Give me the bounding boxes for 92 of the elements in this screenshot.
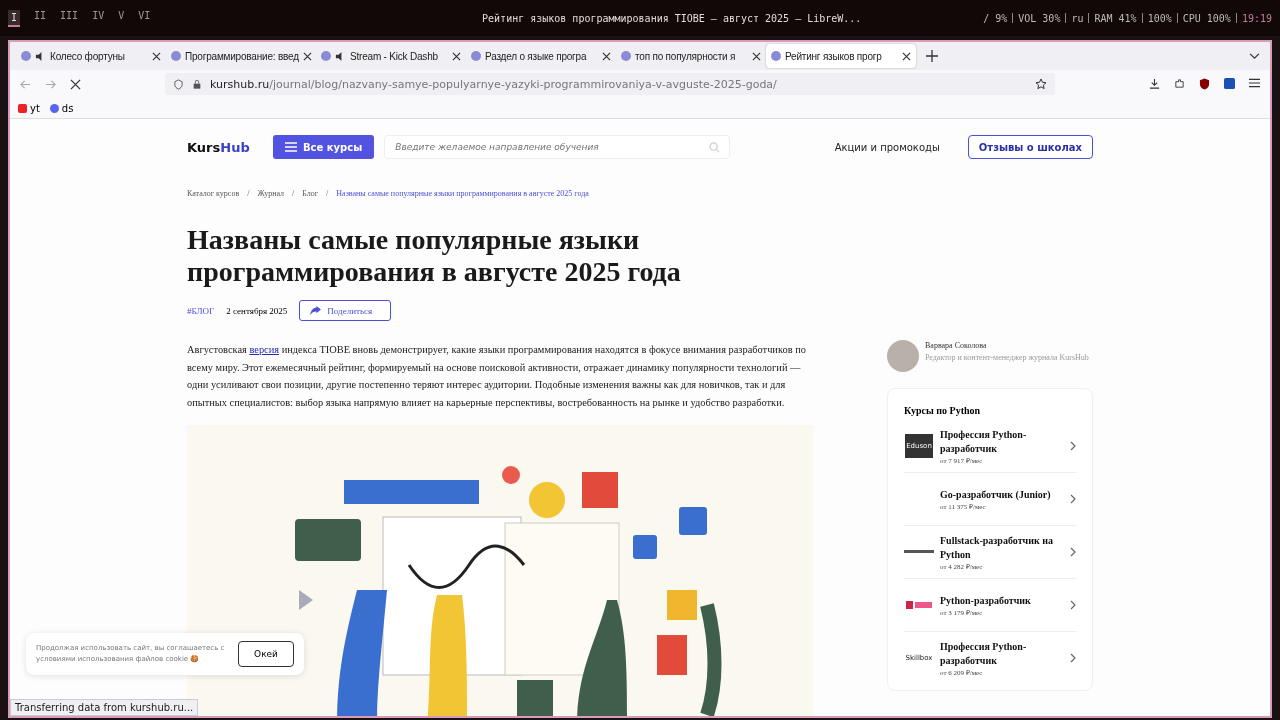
article-paragraph: Августовская версия индекса TIOBE вновь демонстрирует, какие языки программирования находятся в фокусе внимания разработчиков по всему миру. Этот ежемесячный рейтинг, формируемый на основе поисковой активности, отражает динамику популярности технологий — одни усиливают свои позиции, другие постепенно теряют интерес аудитории. Подобные изменения важны как для новичков, так и для опытных специалистов: выбор языка напрямую влияет на карьерные перспективы, востребованность на рынке и удобство разработки. bbox=[187, 343, 807, 410]
bookmark-star-icon[interactable] bbox=[1035, 78, 1047, 90]
share-arrow-icon bbox=[310, 306, 322, 315]
status-indicator: 100% bbox=[1147, 12, 1172, 24]
workspace-tab[interactable]: III bbox=[60, 9, 79, 27]
chevron-right-icon bbox=[1070, 494, 1076, 504]
favicon-icon bbox=[771, 51, 781, 61]
extension-icon[interactable] bbox=[1174, 78, 1185, 89]
breadcrumb-link[interactable]: Журнал bbox=[257, 189, 285, 198]
tab-title: Stream - Kick Dashb bbox=[350, 50, 439, 62]
breadcrumb-separator: / bbox=[292, 189, 295, 198]
tab-title: Рейтинг языков прогр bbox=[785, 50, 883, 62]
bookmark-item[interactable]: yt bbox=[18, 102, 40, 114]
chevron-right-icon bbox=[1070, 441, 1076, 451]
tab-title: Программирование: введ bbox=[185, 50, 299, 62]
breadcrumb-link[interactable]: Названы самые популярные языки программирования в августе 2025 года bbox=[336, 189, 589, 198]
workspace-tab[interactable]: IV bbox=[92, 9, 105, 27]
favicon-icon bbox=[471, 51, 481, 61]
new-tab-icon[interactable] bbox=[926, 50, 938, 62]
author-role: Редактор и контент-менеджер журнала KursHub bbox=[925, 352, 1089, 364]
close-icon[interactable] bbox=[302, 51, 312, 61]
search-field[interactable]: Введите желаемое направление обучения bbox=[384, 135, 731, 159]
author-name[interactable]: Варвара Соколова bbox=[925, 340, 1089, 352]
chevron-right-icon bbox=[1070, 600, 1076, 610]
chevron-right-icon bbox=[1070, 547, 1076, 557]
breadcrumb-link[interactable]: Блог bbox=[302, 189, 319, 198]
reviews-button[interactable]: Отзывы о школах bbox=[967, 135, 1093, 159]
favicon-icon bbox=[171, 51, 181, 61]
url-text: kurshub.ru/journal/blog/nazvany-samye-populyarnye-yazyki-programmirovaniya-v-avguste-2025-goda/ bbox=[210, 77, 777, 91]
menu-icon[interactable] bbox=[1249, 78, 1260, 88]
browser-tab[interactable]: Раздел о языке програ bbox=[466, 44, 616, 68]
breadcrumb-link[interactable]: Каталог курсов bbox=[187, 189, 240, 198]
status-indicator: VOL 30% bbox=[1018, 12, 1061, 24]
status-indicator: RAM 41% bbox=[1094, 12, 1137, 24]
card-title: Курсы по Python bbox=[904, 405, 982, 416]
course-title: Профессия Python-разработчик bbox=[940, 427, 1028, 456]
share-button[interactable]: Поделиться bbox=[299, 300, 392, 321]
chevron-right-icon bbox=[1070, 653, 1076, 663]
article-title: Названы самые популярные языки программирования в августе 2025 года bbox=[187, 224, 682, 288]
close-icon[interactable] bbox=[752, 51, 761, 61]
window-title: Рейтинг языков программирования TIOBE — август 2025 — LibreW... bbox=[481, 12, 863, 24]
workspace-tab[interactable]: II bbox=[34, 9, 47, 27]
favicon-icon bbox=[321, 51, 331, 61]
workspace-tab[interactable]: VI bbox=[138, 9, 151, 27]
browser-tab[interactable]: Программирование: введ bbox=[166, 44, 316, 68]
browser-tab[interactable]: Рейтинг языков прогр bbox=[766, 44, 916, 68]
breadcrumb-separator: / bbox=[326, 189, 329, 198]
close-icon[interactable] bbox=[452, 51, 461, 61]
download-icon[interactable] bbox=[1149, 78, 1160, 89]
tab-title: Колесо фортуны bbox=[50, 50, 126, 62]
extension-icon[interactable] bbox=[1224, 78, 1235, 89]
bookmark-item[interactable]: ds bbox=[49, 102, 74, 114]
browser-tab[interactable]: Stream - Kick Dashb bbox=[316, 44, 466, 68]
favicon-icon bbox=[21, 51, 31, 61]
search-icon bbox=[709, 142, 721, 153]
stop-icon[interactable] bbox=[70, 78, 81, 90]
course-title: Python-разработчик bbox=[940, 593, 1032, 608]
shield-icon bbox=[173, 78, 184, 90]
status-indicator: ru bbox=[1071, 12, 1084, 24]
article-date: 2 сентября 2025 bbox=[226, 305, 288, 316]
workspace-tab[interactable]: V bbox=[118, 9, 125, 27]
workspace-tab[interactable]: I bbox=[8, 9, 21, 27]
status-indicator: CPU 100% bbox=[1182, 12, 1231, 24]
browser-tab[interactable]: топ по популярности я bbox=[616, 44, 766, 68]
close-icon[interactable] bbox=[602, 51, 611, 61]
favicon-icon bbox=[621, 51, 631, 61]
promo-link[interactable]: Акции и промокоды bbox=[834, 141, 940, 153]
address-bar[interactable]: kurshub.ru/journal/blog/nazvany-samye-populyarnye-yazyki-programmirovaniya-v-avguste-2025-goda/ bbox=[165, 73, 1055, 95]
version-link[interactable]: версия bbox=[249, 344, 280, 355]
site-logo[interactable]: KursHub bbox=[187, 139, 263, 155]
school-logo-icon bbox=[906, 601, 932, 609]
course-title: Fullstack-разработчик на Python bbox=[940, 533, 1054, 562]
menu-icon bbox=[285, 142, 297, 152]
tab-title: топ по популярности я bbox=[635, 50, 737, 62]
status-indicator: / 9% bbox=[983, 12, 1008, 24]
tab-title: Раздел о языке програ bbox=[485, 50, 588, 62]
school-logo-icon bbox=[904, 550, 934, 554]
status-text: Transferring data from kurshub.ru... bbox=[10, 699, 199, 716]
breadcrumb-separator: / bbox=[247, 189, 250, 198]
close-icon[interactable] bbox=[152, 51, 161, 61]
all-courses-button[interactable]: Все курсы bbox=[273, 135, 375, 159]
status-indicator: 19:19 bbox=[1241, 12, 1272, 24]
close-icon[interactable] bbox=[902, 51, 911, 61]
chevron-down-icon[interactable] bbox=[1249, 52, 1260, 60]
shield-icon[interactable] bbox=[1199, 78, 1210, 90]
browser-tab[interactable]: Колесо фортуны bbox=[16, 44, 166, 68]
ok-button[interactable]: Окей bbox=[238, 641, 294, 667]
article-tag[interactable]: #БЛОГ bbox=[187, 305, 215, 316]
lock-icon bbox=[192, 78, 202, 90]
course-title: Профессия Python-разработчик bbox=[940, 639, 1028, 668]
course-title: Go-разработчик (Junior) bbox=[940, 487, 1052, 502]
avatar-photo-placeholder bbox=[887, 340, 919, 372]
